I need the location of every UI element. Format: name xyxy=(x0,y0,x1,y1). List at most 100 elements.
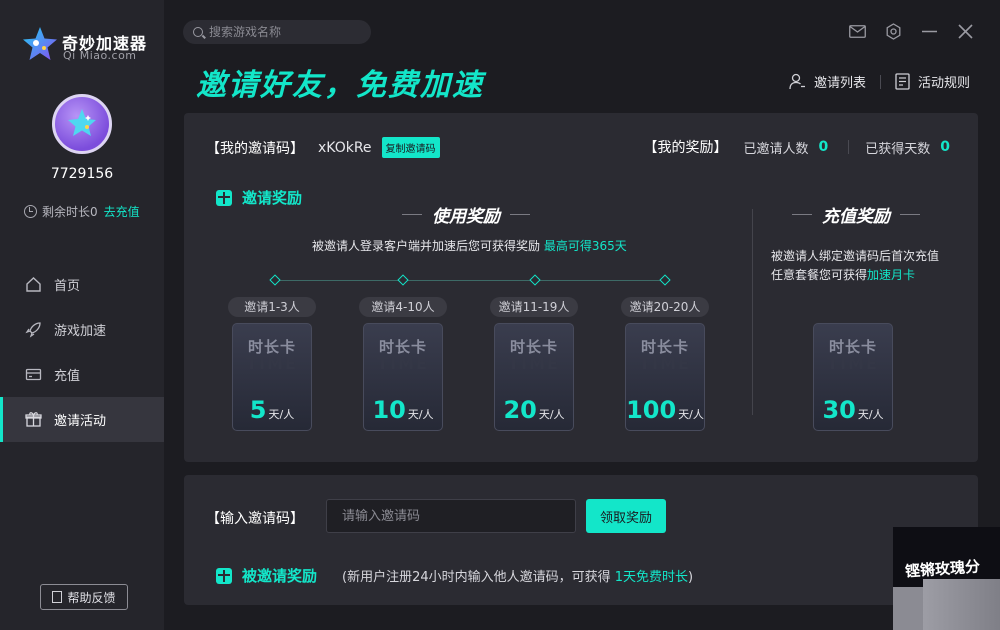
rules-document-icon xyxy=(895,73,910,90)
card-watermark: TIME xyxy=(377,354,429,373)
divider xyxy=(879,74,881,89)
page-title: 邀请好友，免费加速 xyxy=(196,68,484,103)
timeline-node xyxy=(659,274,671,286)
avatar-star-icon xyxy=(68,109,96,136)
window-controls xyxy=(848,22,974,40)
timeline-node xyxy=(269,274,281,286)
sidebar-item-label: 游戏加速 xyxy=(54,324,107,339)
tier-label: 邀请1-3人 xyxy=(228,297,316,317)
tier-reward: 20 天/人 xyxy=(495,396,573,424)
days-earned-value: 0 xyxy=(940,139,950,155)
invite-rewards-heading: 邀请奖励 xyxy=(216,187,302,208)
invite-code-value: xKOkRe xyxy=(318,139,372,156)
help-feedback-label: 帮助反馈 xyxy=(67,590,116,605)
sidebar-item-label: 首页 xyxy=(54,279,81,294)
invited-reward-description: (新用户注册24小时内输入他人邀请码，可获得 1天免费时长) xyxy=(342,566,693,585)
duration-card: 时长卡 TIME 10 天/人 xyxy=(363,323,443,431)
recharge-reward-value: 30 xyxy=(822,396,856,424)
reward-tier-4: 邀请20-20人 时长卡 TIME 100 天/人 xyxy=(621,297,709,431)
card-watermark: TIME xyxy=(639,354,691,373)
video-overlay-thumbnail: 铿锵玫瑰分 xyxy=(893,527,1000,630)
gift-icon xyxy=(24,411,42,429)
tier-reward: 5 天/人 xyxy=(233,396,311,424)
recharge-rewards-title-text: 充值奖励 xyxy=(822,207,890,227)
duration-card: 时长卡 TIME 100 天/人 xyxy=(625,323,705,431)
enter-code-label: 【输入邀请码】 xyxy=(206,511,304,527)
timeline-node xyxy=(529,274,541,286)
help-feedback-button[interactable]: 帮助反馈 xyxy=(40,584,128,610)
duration-card: 时长卡 TIME 30 天/人 xyxy=(813,323,893,431)
sidebar-nav: 首页 游戏加速 充值 邀请活动 xyxy=(0,262,164,442)
tier-label: 邀请20-20人 xyxy=(621,297,709,317)
copy-code-button[interactable]: 复制邀请码 xyxy=(381,137,440,158)
tier-timeline xyxy=(269,273,671,287)
remaining-time: 剩余时长0 去充值 xyxy=(24,203,140,220)
settings-icon[interactable] xyxy=(884,22,902,40)
document-icon xyxy=(52,591,63,603)
invite-code-input[interactable] xyxy=(326,499,576,533)
minimize-icon[interactable] xyxy=(920,22,938,40)
gift-icon xyxy=(216,567,232,584)
search-icon xyxy=(193,27,203,37)
tier-reward-unit: 天/人 xyxy=(407,408,434,421)
remaining-time-label: 剩余时长0 xyxy=(42,205,98,219)
recharge-reward: 30 天/人 xyxy=(814,396,892,424)
enter-code-card: 【输入邀请码】 领取奖励 被邀请奖励 (新用户注册24小时内输入他人邀请码，可获… xyxy=(184,475,978,605)
invite-list-link[interactable]: 邀请列表 xyxy=(789,72,866,91)
invited-desc-highlight: 1天免费时长 xyxy=(614,570,689,585)
duration-card: 时长卡 TIME 5 天/人 xyxy=(232,323,312,431)
close-icon[interactable] xyxy=(956,22,974,40)
sidebar-item-home[interactable]: 首页 xyxy=(0,262,164,307)
sidebar-item-invite[interactable]: 邀请活动 xyxy=(0,397,164,442)
invited-desc-end: ) xyxy=(688,570,694,585)
tier-reward-value: 5 xyxy=(249,396,267,424)
rocket-icon xyxy=(24,321,42,339)
rules-link[interactable]: 活动规则 xyxy=(895,72,970,91)
sidebar-item-recharge[interactable]: 充值 xyxy=(0,352,164,397)
app-logo: 奇妙加速器 Qi Miao.com xyxy=(22,24,162,68)
invited-count-label: 已邀请人数 xyxy=(743,141,809,157)
recharge-link[interactable]: 去充值 xyxy=(104,203,140,220)
home-icon xyxy=(24,276,42,294)
invite-rewards-card: 【我的邀请码】 xKOkRe 复制邀请码 【我的奖励】 已邀请人数 0 已获得天… xyxy=(184,113,978,462)
recharge-reward-unit: 天/人 xyxy=(857,408,884,421)
tier-label: 邀请11-19人 xyxy=(490,297,578,317)
mail-icon[interactable] xyxy=(848,22,866,40)
app-subname: Qi Miao.com xyxy=(63,49,137,62)
tier-label: 邀请4-10人 xyxy=(359,297,447,317)
card-watermark: TIME xyxy=(246,354,298,373)
recharge-rewards-description: 被邀请人绑定邀请码后首次充值 任意套餐您可获得加速月卡 xyxy=(771,247,939,285)
search-input[interactable] xyxy=(209,25,359,39)
invited-desc-text: (新用户注册24小时内输入他人邀请码，可获得 xyxy=(342,570,611,585)
divider xyxy=(752,209,753,415)
timeline-node xyxy=(397,274,409,286)
sidebar-item-game-boost[interactable]: 游戏加速 xyxy=(0,307,164,352)
avatar[interactable] xyxy=(52,94,112,154)
claim-reward-button[interactable]: 领取奖励 xyxy=(586,499,666,533)
star-logo-icon xyxy=(23,27,57,60)
recharge-desc-line-1: 被邀请人绑定邀请码后首次充值 xyxy=(771,249,940,263)
invite-rewards-heading-text: 邀请奖励 xyxy=(242,189,303,207)
tier-reward-unit: 天/人 xyxy=(678,408,704,421)
gift-icon xyxy=(216,189,232,206)
use-rewards-desc-text: 被邀请人登录客户端并加速后您可获得奖励 xyxy=(312,239,541,253)
use-rewards-desc-highlight: 最高可得365天 xyxy=(543,239,627,253)
clock-icon xyxy=(24,205,37,218)
tier-reward: 10 天/人 xyxy=(364,396,442,424)
sidebar-item-label: 充值 xyxy=(54,369,81,384)
tier-reward-value: 100 xyxy=(626,396,677,424)
recharge-desc-highlight: 加速月卡 xyxy=(867,268,916,282)
reward-tier-1: 邀请1-3人 时长卡 TIME 5 天/人 xyxy=(228,297,316,431)
card-icon xyxy=(24,366,42,384)
use-rewards-title: 使用奖励 xyxy=(392,202,540,227)
my-rewards-row: 【我的奖励】 已邀请人数 0 已获得天数 0 xyxy=(643,137,950,157)
recharge-rewards-title: 充值奖励 xyxy=(782,202,930,227)
divider xyxy=(848,140,850,154)
reward-tier-3: 邀请11-19人 时长卡 TIME 20 天/人 xyxy=(490,297,578,431)
recharge-desc-text: 任意套餐您可获得 xyxy=(771,268,868,282)
search-box[interactable] xyxy=(183,20,371,44)
user-id: 7729156 xyxy=(50,166,114,182)
tier-reward-value: 20 xyxy=(503,396,537,424)
invited-reward-heading-text: 被邀请奖励 xyxy=(242,567,318,585)
user-icon xyxy=(789,73,805,90)
